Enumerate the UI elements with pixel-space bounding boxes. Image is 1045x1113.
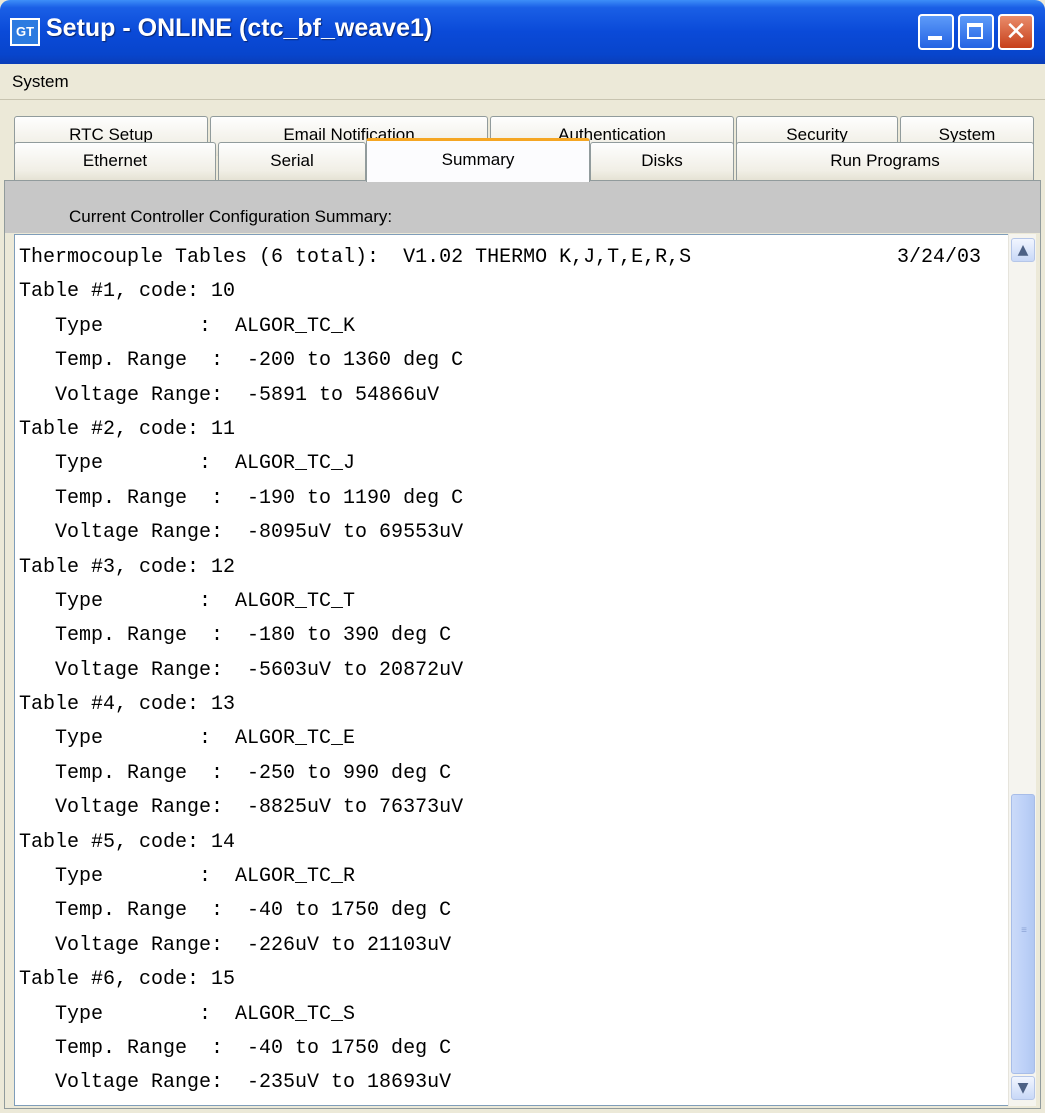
summary-line: Table #6, code: 15 bbox=[19, 968, 236, 992]
summary-date: 3/24/03 bbox=[896, 246, 981, 269]
summary-line: Temp. Range : -190 to 1190 deg C bbox=[19, 486, 464, 510]
summary-lines: Thermocouple Tables (6 total): V1.02 THE… bbox=[19, 241, 1004, 1101]
tab-summary[interactable]: Summary bbox=[366, 138, 590, 182]
app-icon[interactable] bbox=[10, 18, 40, 46]
summary-line: Voltage Range: -8095uV to 69553uV bbox=[19, 521, 464, 545]
summary-line: Voltage Range: -235uV to 18693uV bbox=[19, 1071, 452, 1095]
summary-line: Type : ALGOR_TC_S bbox=[19, 1002, 356, 1026]
maximize-button[interactable] bbox=[958, 14, 994, 50]
chevron-down-icon: ▼ bbox=[1017, 1080, 1029, 1096]
window-title: Setup - ONLINE (ctc_bf_weave1) bbox=[46, 14, 433, 42]
scrollbar-thumb[interactable]: ≡ bbox=[1011, 794, 1035, 1074]
menu-bar: System bbox=[0, 64, 1045, 100]
summary-line: Type : ALGOR_TC_T bbox=[19, 589, 356, 613]
tab-serial[interactable]: Serial bbox=[218, 142, 366, 182]
summary-line: Temp. Range : -200 to 1360 deg C bbox=[19, 349, 464, 373]
summary-line: Table #1, code: 10 bbox=[19, 280, 236, 304]
minimize-icon bbox=[928, 36, 942, 40]
summary-line: Voltage Range: -226uV to 21103uV bbox=[19, 933, 452, 957]
summary-line: Type : ALGOR_TC_K bbox=[19, 314, 356, 338]
summary-line: Temp. Range : -40 to 1750 deg C bbox=[19, 1036, 452, 1060]
close-icon: ✕ bbox=[1005, 17, 1027, 47]
scroll-down-button[interactable]: ▼ bbox=[1011, 1076, 1035, 1100]
close-button[interactable]: ✕ bbox=[998, 14, 1034, 50]
summary-line: Type : ALGOR_TC_R bbox=[19, 865, 356, 889]
tab-strip: RTC Setup Email Notification Authenticat… bbox=[4, 100, 1041, 182]
summary-line: Voltage Range: -8825uV to 76373uV bbox=[19, 796, 464, 820]
panel-header: Current Controller Configuration Summary… bbox=[5, 181, 1040, 233]
summary-line: Temp. Range : -180 to 390 deg C bbox=[19, 624, 452, 648]
summary-text-area[interactable]: Thermocouple Tables (6 total): V1.02 THE… bbox=[14, 234, 1036, 1106]
scroll-up-button[interactable]: ▲ bbox=[1011, 238, 1035, 262]
summary-line: Table #4, code: 13 bbox=[19, 693, 236, 717]
minimize-button[interactable] bbox=[918, 14, 954, 50]
panel-label: Current Controller Configuration Summary… bbox=[69, 207, 393, 226]
summary-line: Voltage Range: -5603uV to 20872uV bbox=[19, 658, 464, 682]
tab-disks[interactable]: Disks bbox=[590, 142, 734, 182]
tab-ethernet[interactable]: Ethernet bbox=[14, 142, 216, 182]
summary-line: Temp. Range : -40 to 1750 deg C bbox=[19, 899, 452, 923]
summary-line: Voltage Range: -5891 to 54866uV bbox=[19, 383, 440, 407]
summary-line: Table #5, code: 14 bbox=[19, 830, 236, 854]
summary-line: Type : ALGOR_TC_E bbox=[19, 727, 356, 751]
menu-system[interactable]: System bbox=[12, 72, 69, 92]
grip-icon: ≡ bbox=[1021, 925, 1027, 936]
summary-line: Type : ALGOR_TC_J bbox=[19, 452, 356, 476]
chevron-up-icon: ▲ bbox=[1017, 242, 1029, 258]
maximize-icon bbox=[967, 23, 983, 39]
summary-line: Temp. Range : -250 to 990 deg C bbox=[19, 761, 452, 785]
summary-line: Table #2, code: 11 bbox=[19, 417, 236, 441]
summary-header-line: Thermocouple Tables (6 total): V1.02 THE… bbox=[19, 246, 692, 269]
vertical-scrollbar[interactable]: ▲ ≡ ▼ bbox=[1008, 234, 1036, 1106]
tab-run-programs[interactable]: Run Programs bbox=[736, 142, 1034, 182]
title-bar[interactable]: Setup - ONLINE (ctc_bf_weave1) ✕ bbox=[0, 0, 1045, 64]
summary-line: Table #3, code: 12 bbox=[19, 555, 236, 579]
